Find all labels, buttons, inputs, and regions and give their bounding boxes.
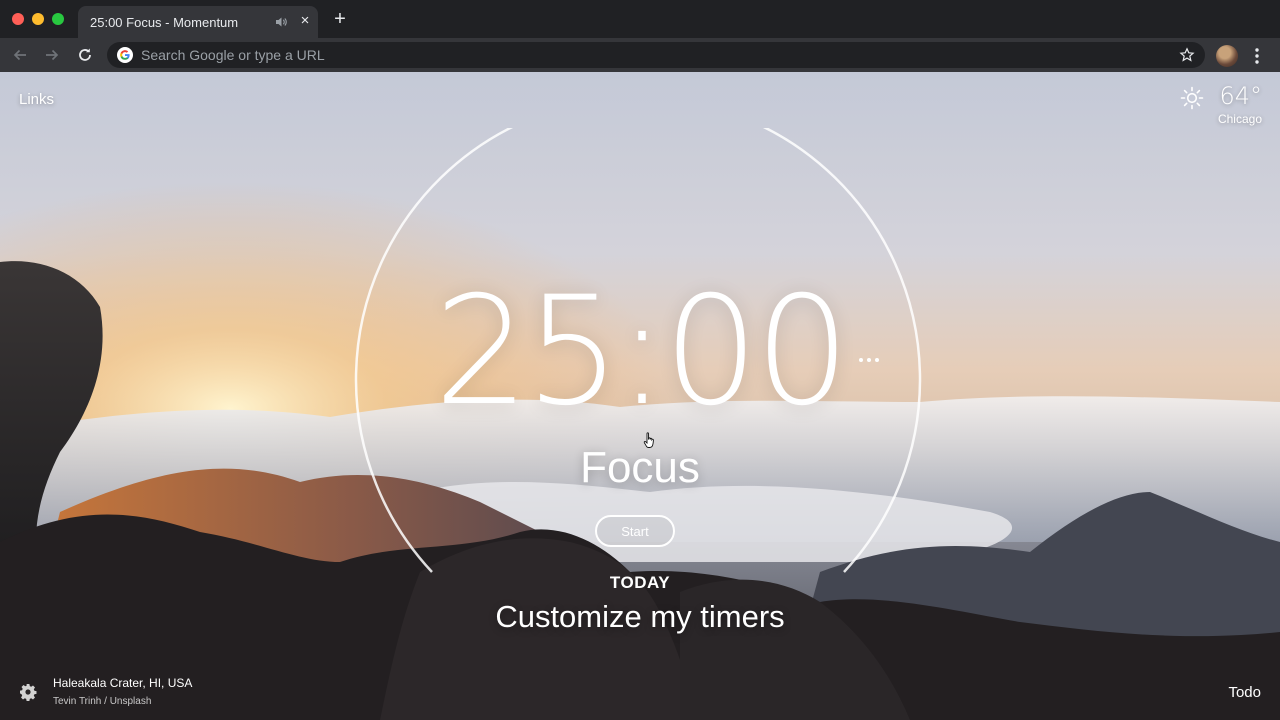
profile-avatar[interactable] — [1216, 45, 1238, 67]
tab-strip: 25:00 Focus - Momentum × + — [0, 0, 1280, 38]
links-button[interactable]: Links — [19, 91, 54, 108]
speaker-icon[interactable] — [274, 15, 288, 29]
back-arrow-icon[interactable] — [10, 45, 30, 65]
bookmark-star-icon[interactable] — [1179, 47, 1195, 63]
forward-arrow-icon[interactable] — [42, 45, 62, 65]
settings-gear-icon[interactable] — [19, 683, 37, 701]
omnibox[interactable] — [107, 42, 1205, 68]
weather-city: Chicago — [1217, 112, 1262, 126]
todo-button[interactable]: Todo — [1228, 684, 1261, 701]
photo-location[interactable]: Haleakala Crater, HI, USA — [53, 676, 192, 690]
browser-toolbar — [0, 38, 1280, 72]
timer-display: 25:00 — [433, 265, 850, 439]
more-dots-icon[interactable] — [857, 355, 881, 365]
photo-credit[interactable]: Tevin Trinh / Unsplash — [53, 696, 151, 707]
new-tab-button[interactable]: + — [330, 9, 350, 29]
tab-title: 25:00 Focus - Momentum — [90, 15, 239, 30]
close-window-button[interactable] — [12, 13, 24, 25]
tab-close-button[interactable]: × — [296, 12, 314, 30]
today-focus[interactable]: Customize my timers — [0, 599, 1280, 635]
browser-menu-icon[interactable] — [1252, 45, 1262, 67]
minimize-window-button[interactable] — [32, 13, 44, 25]
today-heading: TODAY — [609, 573, 671, 592]
sun-icon — [1180, 86, 1204, 110]
start-button[interactable]: Start — [595, 515, 675, 547]
hand-cursor-icon — [643, 432, 654, 448]
tab-momentum[interactable]: 25:00 Focus - Momentum × — [78, 6, 318, 38]
address-input[interactable] — [141, 42, 1141, 68]
zoom-window-button[interactable] — [52, 13, 64, 25]
timer-mode-label: Focus — [580, 443, 700, 492]
weather-widget[interactable]: 64° Chicago — [1179, 82, 1262, 126]
google-g-icon — [117, 47, 133, 63]
momentum-dashboard: Links 64° Chicago 25:00 Focus Start TODA… — [0, 72, 1280, 720]
weather-temperature: 64° — [1219, 82, 1262, 110]
reload-icon[interactable] — [75, 45, 95, 65]
